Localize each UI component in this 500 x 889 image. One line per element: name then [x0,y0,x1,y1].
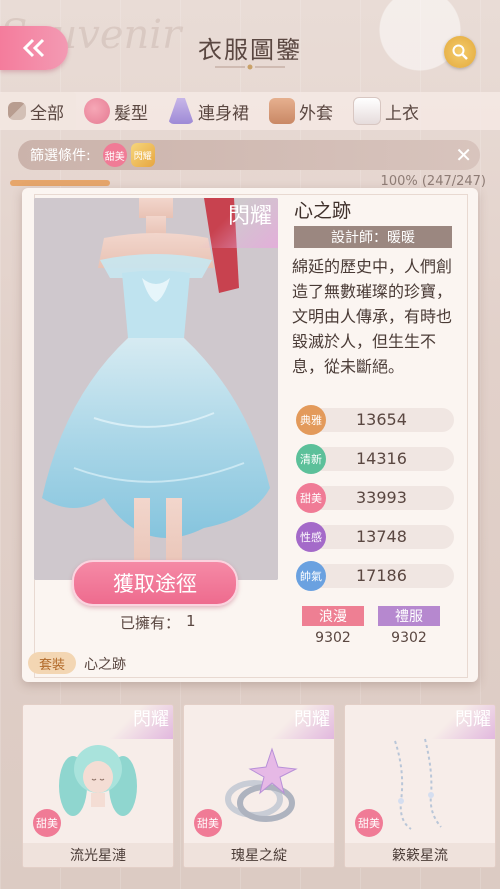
style-value-formal: 9302 [391,630,427,646]
attribute-elegant: 典雅 13654 [296,405,454,435]
ring-item-image [225,747,298,822]
coat-icon [269,98,295,124]
attribute-value: 17186 [356,566,407,585]
item-name: 瑰星之綻 [184,843,334,867]
tab-label: 連身裙 [198,103,249,124]
collection-progress-text: 100% (247/247) [380,174,486,189]
shirt-icon [353,97,381,125]
outfit-preview: 閃耀 [34,198,278,580]
category-tabs: 全部 髮型 連身裙 外套 上衣 [0,92,500,130]
tab-dress[interactable]: 連身裙 [160,92,261,130]
clear-filter-button[interactable]: ✕ [455,144,472,166]
suit-tag: 套裝 [28,652,76,674]
fresh-icon: 清新 [296,444,326,474]
attribute-value: 13748 [356,527,407,546]
hair-icon [84,98,110,124]
elegant-icon: 典雅 [296,405,326,435]
style-tag-romantic: 浪漫 [302,606,364,626]
filter-bar: 篩選條件: 甜美 閃耀 ✕ [18,140,480,170]
shine-rarity-badge: 閃耀 [192,198,278,248]
attribute-value: 33993 [356,488,407,507]
attribute-cool: 帥氣 17186 [296,561,454,591]
item-name: 簌簌星流 [345,843,495,867]
attribute-sexy: 性感 13748 [296,522,454,552]
acquire-route-button[interactable]: 獲取途徑 [72,560,238,606]
tab-label: 全部 [30,103,64,124]
title-ornament [215,64,285,70]
page-title: 衣服圖鑒 [198,36,302,64]
attribute-value: 13654 [356,410,407,429]
suit-item-card[interactable]: 閃耀 甜美 流光星漣 [22,704,174,868]
hair-item-image [59,745,137,816]
sweet-icon: 甜美 [355,809,383,837]
tab-label: 髮型 [114,103,148,124]
tab-hair[interactable]: 髮型 [76,92,160,130]
tab-top[interactable]: 上衣 [345,92,431,130]
filter-tag-shine[interactable]: 閃耀 [130,143,155,167]
sweet-icon: 甜美 [33,809,61,837]
suit-item-card[interactable]: 閃耀 甜美 瑰星之綻 [183,704,335,868]
suit-name[interactable]: 心之跡 [84,654,126,674]
filter-tag-sweet[interactable]: 甜美 [102,143,127,167]
tab-all[interactable]: 全部 [0,92,76,130]
sexy-icon: 性感 [296,522,326,552]
collection-progress-bar [10,180,110,186]
search-button[interactable] [444,36,476,68]
cool-icon: 帥氣 [296,561,326,591]
sweet-icon: 甜美 [194,809,222,837]
tab-label: 上衣 [385,103,419,124]
owned-label: 已擁有： [120,614,181,632]
dress-figure-illustration [34,198,278,580]
item-name: 流光星漣 [23,843,173,867]
item-description: 綿延的歷史中，人們創造了無數璀璨的珍寶，文明由人傳承，有時也毀滅於人，但生生不息… [292,257,453,376]
designer-label: 設計師：暖暖 [294,226,452,248]
suit-item-card[interactable]: 閃耀 甜美 簌簌星流 [344,704,496,868]
tab-coat[interactable]: 外套 [261,92,345,130]
search-icon [452,44,468,60]
chain-item-image [394,738,442,830]
dress-icon [168,98,194,124]
attribute-value: 14316 [356,449,407,468]
tab-label: 外套 [299,103,333,124]
item-detail-card: 閃耀 獲取途徑 已擁有： 1 套裝 心之跡 心之跡 設計師：暖暖 綿延的歷史中，… [22,188,478,682]
style-value-romantic: 9302 [315,630,351,646]
item-name: 心之跡 [294,200,352,222]
filter-label: 篩選條件: [30,148,91,164]
style-tag-formal: 禮服 [378,606,440,626]
attribute-fresh: 清新 14316 [296,444,454,474]
owned-count: 1 [186,612,196,630]
sweet-icon: 甜美 [296,483,326,513]
attribute-sweet: 甜美 33993 [296,483,454,513]
grid-icon [8,102,26,120]
